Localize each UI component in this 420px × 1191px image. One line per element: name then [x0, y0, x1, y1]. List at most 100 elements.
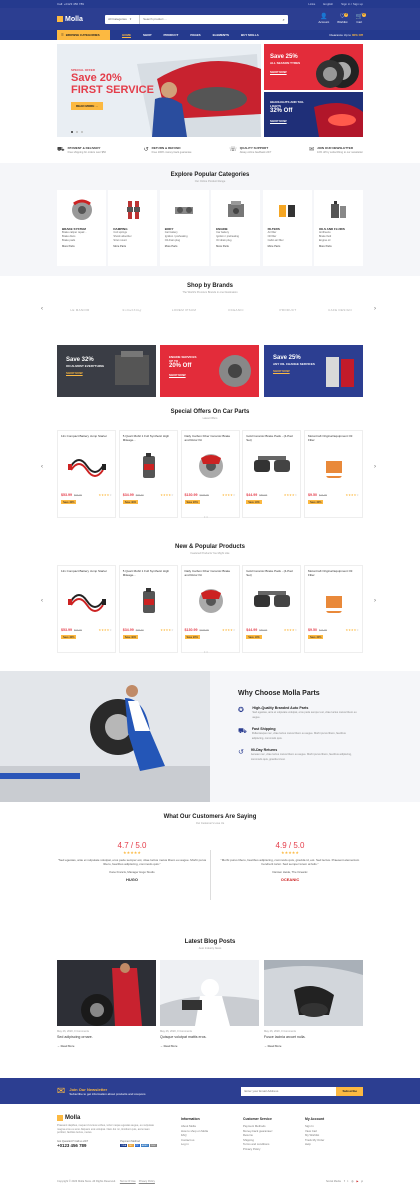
terms-link[interactable]: Terms Of Use — [120, 1180, 136, 1183]
signin-link[interactable]: Sign in / Sign up — [341, 2, 363, 6]
category-filters[interactable]: FILTERS Air filter Oil filter Cabin air … — [262, 190, 312, 266]
product-image[interactable] — [246, 449, 298, 482]
product-name[interactable]: 12v Compact Battery Jump Starter — [61, 569, 112, 581]
read-more-link[interactable]: → Read More — [57, 1044, 156, 1048]
product-name[interactable]: Daily Carbon Fiber Ceramic Brake and Rot… — [185, 569, 236, 581]
read-more-link[interactable]: → Read More — [160, 1044, 259, 1048]
category-item[interactable]: Oil drain plug — [216, 239, 255, 243]
blog-post[interactable]: May 26, 2020, 0 Comments Quisque volutpa… — [160, 960, 259, 1048]
product-name[interactable]: 5 Quart Mobil 1 Full Synthetic High Mile… — [123, 434, 174, 446]
nav-home[interactable]: HOME — [122, 33, 131, 38]
instagram-icon[interactable]: ◎ — [351, 1180, 353, 1183]
category-oils-fluids[interactable]: OILS AND FLUIDS Antifreeze Brake fluid E… — [313, 190, 363, 266]
logo[interactable]: Molla — [57, 16, 83, 23]
product-card[interactable]: 12v Compact Battery Jump Starter $53.99 $9… — [57, 430, 116, 518]
category-item[interactable]: Brake pads — [62, 239, 101, 243]
category-more-link[interactable]: More Parts — [319, 245, 358, 248]
product-card[interactable]: Motorcraft Original Equipment Oil Filter… — [304, 430, 363, 518]
product-name[interactable]: Motorcraft Original Equipment Oil Filter — [308, 434, 359, 446]
product-image[interactable] — [123, 449, 175, 482]
category-body[interactable]: BODY Car battery Ignition / preheating O… — [159, 190, 209, 266]
product-image[interactable] — [308, 584, 360, 617]
category-select[interactable]: All Categories ▾ — [105, 14, 141, 24]
subscribe-button[interactable]: Subscribe — [336, 1086, 363, 1096]
category-more-link[interactable]: More Parts — [113, 245, 152, 248]
category-item[interactable]: Cabin air filter — [268, 239, 307, 243]
promo-shop-link[interactable]: SHOP NOW — [273, 369, 318, 373]
category-item[interactable]: Oil drain plug — [165, 239, 204, 243]
nav-shop[interactable]: SHOP — [143, 33, 152, 37]
read-more-link[interactable]: → Read More — [264, 1044, 363, 1048]
product-image[interactable] — [246, 584, 298, 617]
offers-prev-arrow-icon[interactable]: ‹ — [41, 464, 43, 470]
twitter-icon[interactable]: t — [348, 1180, 349, 1183]
browse-categories-button[interactable]: ☰ BROWSE CATEGORIES — [57, 30, 110, 40]
brands-prev-arrow-icon[interactable]: ‹ — [41, 306, 43, 312]
brand-logo[interactable]: PRODUCT — [265, 298, 311, 322]
category-engine[interactable]: ENGINE Car battery Ignition / preheating… — [211, 190, 261, 266]
brand-logo[interactable]: Something — [109, 298, 155, 322]
product-card[interactable]: Gold Ceramic Brake Pads - (4-Pad Set) $44… — [242, 430, 302, 518]
promo-shop-link[interactable]: SHOP NOW — [169, 373, 196, 377]
tyres-shop-link[interactable]: SHOP NOW — [270, 70, 300, 74]
brands-next-arrow-icon[interactable]: › — [374, 306, 376, 312]
hero-banner[interactable]: SPECIAL OFFER Save 20% FIRST SERVICE REA… — [57, 44, 261, 137]
promo-shop-link[interactable]: SHOP NOW — [66, 371, 106, 375]
links-menu[interactable]: Links — [308, 2, 315, 6]
promo-engine-services[interactable]: ENGINE SERVICES UP TO 20% Off SHOP NOW — [160, 345, 259, 397]
offers-carousel-dots[interactable]: •• — [204, 514, 209, 519]
product-card[interactable]: Motorcraft Original Equipment Oil Filter… — [304, 565, 363, 653]
pinterest-icon[interactable]: p — [362, 1180, 363, 1183]
blog-post-title[interactable]: Fusce lacinia arcuet nulla. — [264, 1035, 363, 1039]
product-card[interactable]: 5 Quart Mobil 1 Full Synthetic High Mile… — [118, 430, 178, 518]
brand-logo[interactable]: LOREM IPSUM — [161, 298, 207, 322]
product-name[interactable]: 12v Compact Battery Jump Starter — [61, 434, 112, 446]
feature-newsletter[interactable]: ✉ JOIN OUR NEWSLETTER 10% off by subscrib… — [309, 146, 363, 154]
category-more-link[interactable]: More Parts — [216, 245, 255, 248]
nav-product[interactable]: PRODUCT — [164, 33, 179, 37]
product-card[interactable]: Daily Carbon Fiber Ceramic Brake and Rot… — [180, 565, 240, 653]
blog-post-title[interactable]: Quisque volutpat mattis eros. — [160, 1035, 259, 1039]
category-damping[interactable]: DAMPING Coil springs Shock absorber Stru… — [108, 190, 158, 266]
category-more-link[interactable]: More Parts — [62, 245, 101, 248]
category-more-link[interactable]: More Parts — [165, 245, 204, 248]
product-image[interactable] — [61, 449, 113, 482]
promo-save-32[interactable]: Save 32% ON ALMOST EVERYTHING SHOP NOW — [57, 345, 156, 397]
search-icon[interactable]: ⌕ — [279, 15, 288, 24]
hero-read-more-button[interactable]: READ MORE → — [71, 102, 104, 110]
product-image[interactable] — [61, 584, 113, 617]
clearance-text[interactable]: Clearance Up to 30% Off — [329, 33, 363, 37]
brand-logo[interactable]: LE MANOIR — [57, 298, 103, 322]
popular-next-arrow-icon[interactable]: › — [374, 598, 376, 604]
footer-phone[interactable]: +0123 456 789 — [57, 1143, 88, 1148]
category-brake-system[interactable]: BRAKE SYSTEM Brake caliper repair... Bra… — [57, 190, 106, 266]
blog-post[interactable]: May 26, 2020, 0 Comments Fusce lacinia a… — [264, 960, 363, 1048]
product-image[interactable] — [308, 449, 360, 482]
product-card[interactable]: 5 Quart Mobil 1 Full Synthetic High Mile… — [118, 565, 178, 653]
side-banner-tyres[interactable]: Save 25% ALL SEASON TYRES SHOP NOW — [264, 44, 363, 90]
nav-buy-molla[interactable]: BUY MOLLA — [241, 33, 259, 37]
footer-logo[interactable]: Molla — [57, 1115, 157, 1121]
lights-shop-link[interactable]: SHOP NOW — [270, 119, 310, 123]
popular-prev-arrow-icon[interactable]: ‹ — [41, 598, 43, 604]
language-menu[interactable]: English — [323, 2, 333, 6]
youtube-icon[interactable]: ▶ — [357, 1180, 359, 1183]
product-image[interactable] — [123, 584, 175, 617]
category-item[interactable]: Strut mount — [113, 239, 152, 243]
search-input[interactable] — [140, 14, 280, 24]
product-name[interactable]: Motorcraft Original Equipment Oil Filter — [308, 569, 359, 581]
nav-elements[interactable]: ELEMENTS — [213, 33, 229, 37]
product-name[interactable]: Daily Carbon Fiber Ceramic Brake and Rot… — [185, 434, 236, 446]
popular-carousel-dots[interactable]: •• — [204, 649, 209, 654]
footer-link[interactable]: Log in — [181, 1142, 208, 1147]
hero-dots[interactable] — [71, 129, 91, 133]
promo-oil-change[interactable]: Save 25% ANY OIL CHANGE SERVICES SHOP NO… — [264, 345, 363, 397]
product-name[interactable]: Gold Ceramic Brake Pads - (4-Pad Set) — [246, 569, 297, 581]
wishlist-button[interactable]: ♡ 3 Wishlist — [337, 13, 349, 24]
product-card[interactable]: 12v Compact Battery Jump Starter $53.99 $9… — [57, 565, 116, 653]
product-name[interactable]: 5 Quart Mobil 1 Full Synthetic High Mile… — [123, 569, 174, 581]
footer-link[interactable]: Help — [305, 1142, 324, 1147]
footer-link[interactable]: Privacy Policy — [243, 1147, 272, 1152]
cart-button[interactable]: 🛒 2 Cart — [356, 13, 366, 24]
offers-next-arrow-icon[interactable]: › — [374, 464, 376, 470]
